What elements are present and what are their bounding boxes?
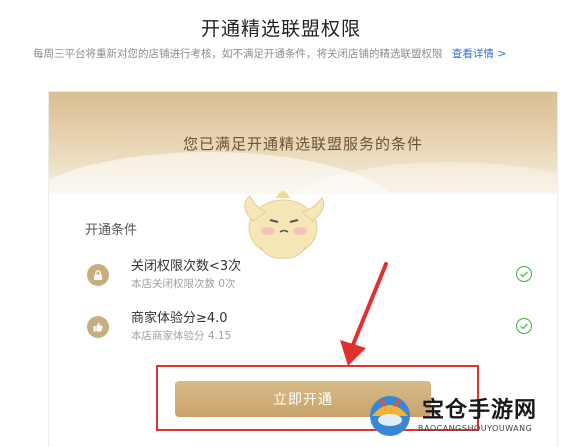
notice-message: 每周三平台将重新对您的店铺进行考核，如不满足开通条件，将关闭店铺的精选联盟权限 (33, 48, 443, 60)
condition-subtitle: 本店商家体验分 4.15 (131, 330, 232, 342)
watermark-subtitle: BAOCANGSHOUYOUWANG (418, 424, 533, 433)
watermark-title: 宝仓手游网 (422, 398, 538, 423)
check-circle-icon (515, 265, 533, 283)
condition-subtitle: 本店关闭权限次数 0次 (131, 278, 236, 290)
chevron-right-icon: > (497, 47, 507, 60)
watermark: 宝仓手游网 BAOCANGSHOUYOUWANG (360, 386, 560, 446)
notice-text: 每周三平台将重新对您的店铺进行考核，如不满足开通条件，将关闭店铺的精选联盟权限 … (33, 46, 553, 61)
thumbs-up-icon (87, 316, 109, 338)
view-details-link[interactable]: 查看详情 > (452, 47, 507, 60)
page-title: 开通精选联盟权限 (200, 18, 361, 40)
lock-icon (87, 264, 109, 286)
pointer-arrow (340, 262, 388, 366)
condition-item-experience-score: 商家体验分≥4.0 本店商家体验分 4.15 (87, 307, 533, 347)
condition-name: 关闭权限次数<3次 (131, 259, 242, 274)
condition-name: 商家体验分≥4.0 (131, 311, 228, 326)
mascot-sticker (244, 191, 325, 259)
check-circle-icon (515, 317, 533, 335)
banner-text: 您已满足开通精选联盟服务的条件 (182, 135, 423, 153)
conditions-heading: 开通条件 (85, 223, 138, 238)
watermark-logo-icon (370, 396, 410, 436)
